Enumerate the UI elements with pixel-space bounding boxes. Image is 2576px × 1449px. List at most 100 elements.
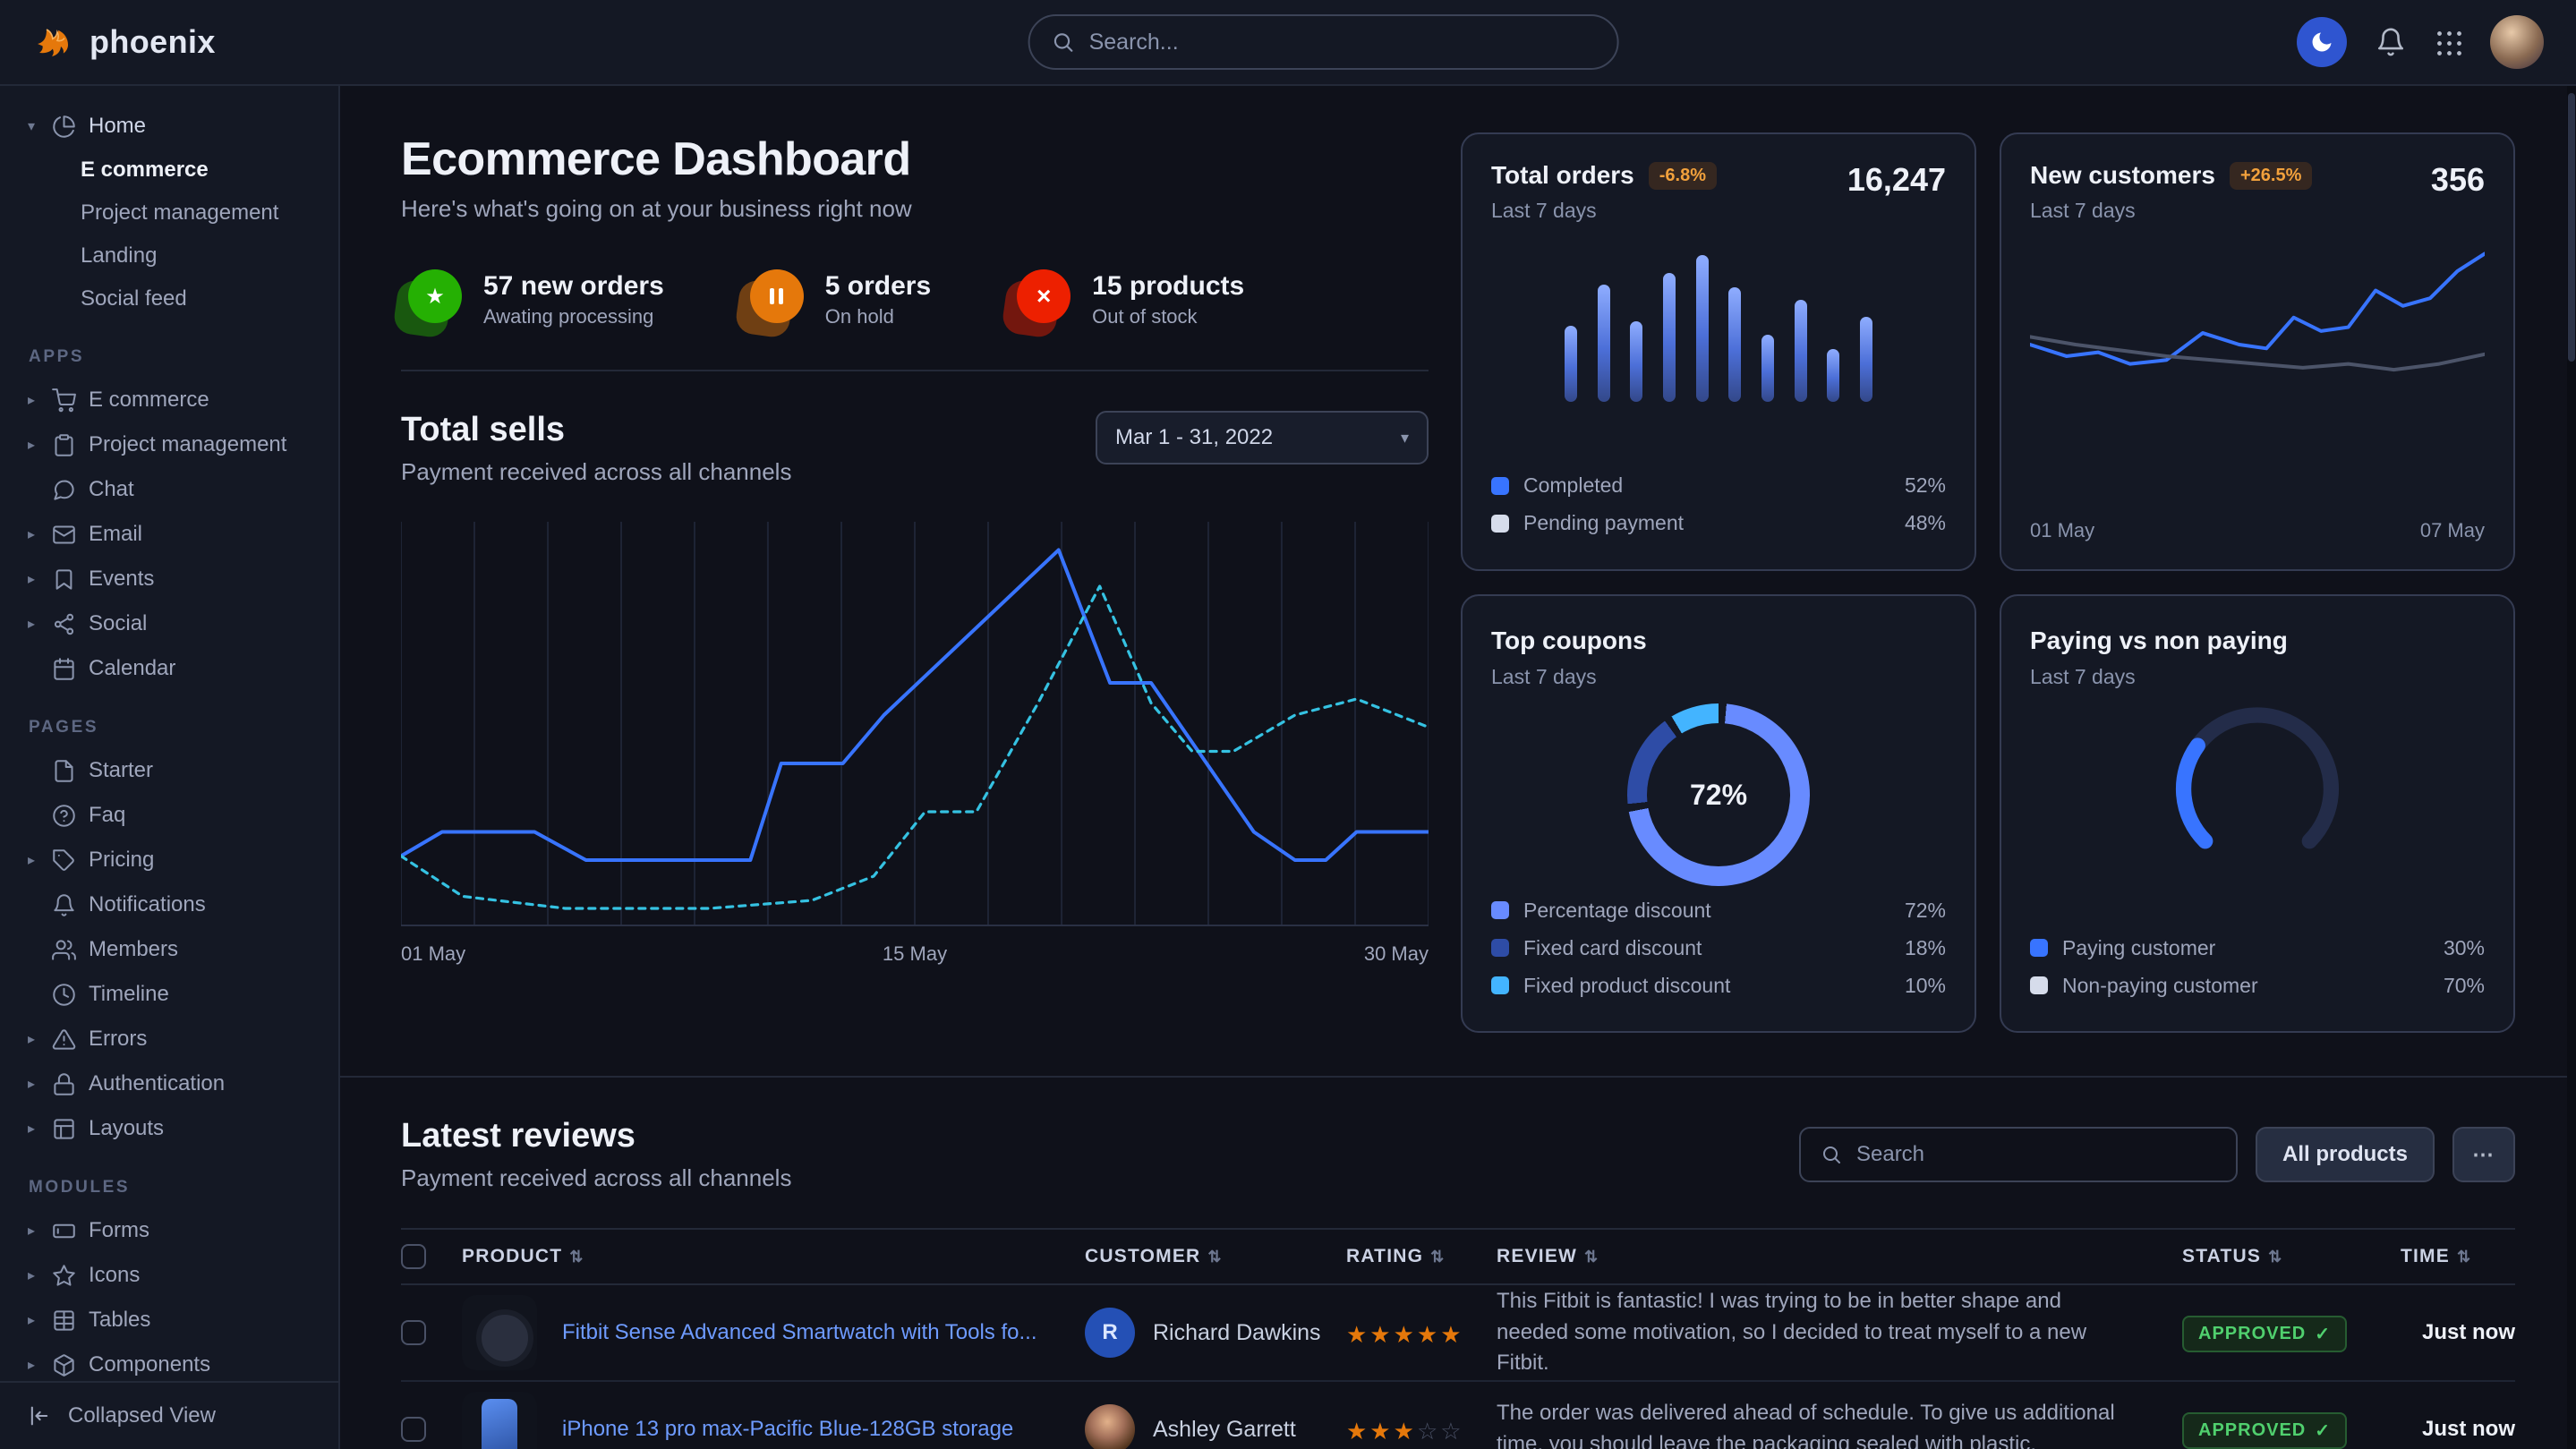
caret-right-icon: ▸ xyxy=(23,525,39,543)
sidebar-item-project-management[interactable]: ▸ Project management xyxy=(0,422,338,467)
navbar-actions xyxy=(2297,15,2544,69)
x-tick-label: 30 May xyxy=(1364,942,1429,966)
column-header-review[interactable]: REVIEW⇅ xyxy=(1497,1246,2182,1267)
legend-label: Non-paying customer xyxy=(2062,974,2258,998)
legend-swatch xyxy=(2030,976,2048,994)
top-coupons-period: Last 7 days xyxy=(1491,665,1647,689)
star-badge-icon: ★ xyxy=(401,269,462,330)
bar xyxy=(1630,321,1642,402)
all-products-button[interactable]: All products xyxy=(2256,1127,2435,1182)
caret-right-icon: ▸ xyxy=(23,436,39,454)
reviews-subtitle: Payment received across all channels xyxy=(401,1164,791,1192)
navbar-search-input[interactable] xyxy=(1089,30,1596,55)
box-icon xyxy=(52,1353,76,1377)
sidebar-item-faq[interactable]: Faq xyxy=(0,793,338,838)
product-link[interactable]: iPhone 13 pro max-Pacific Blue-128GB sto… xyxy=(562,1417,1013,1442)
column-header-product[interactable]: PRODUCT⇅ xyxy=(462,1246,1085,1267)
sidebar-item-timeline[interactable]: Timeline xyxy=(0,972,338,1017)
legend-label: Completed xyxy=(1523,473,1623,498)
review-text: This Fitbit is fantastic! I was trying t… xyxy=(1497,1286,2182,1379)
legend-label: Paying customer xyxy=(2062,936,2215,960)
sort-icon: ⇅ xyxy=(569,1248,584,1266)
sidebar-item-members[interactable]: Members xyxy=(0,927,338,972)
reviews-search[interactable] xyxy=(1799,1127,2238,1182)
bar xyxy=(1827,349,1839,402)
sidebar-item-starter[interactable]: Starter xyxy=(0,748,338,793)
calendar-icon xyxy=(52,657,76,681)
column-header-customer[interactable]: CUSTOMER⇅ xyxy=(1085,1246,1346,1267)
legend-swatch xyxy=(2030,939,2048,957)
sidebar-item-home[interactable]: ▾ Home xyxy=(0,104,338,149)
sidebar-item-authentication[interactable]: ▸ Authentication xyxy=(0,1061,338,1106)
caret-right-icon: ▸ xyxy=(23,570,39,588)
navbar-search[interactable] xyxy=(1028,14,1619,70)
new-customers-badge: +26.5% xyxy=(2230,162,2312,190)
caret-right-icon: ▸ xyxy=(23,1075,39,1093)
row-checkbox[interactable] xyxy=(401,1320,426,1345)
legend-swatch xyxy=(1491,976,1509,994)
kpi-cards: Total orders -6.8% Last 7 days 16,247 Co… xyxy=(1461,132,2515,1033)
sidebar-item-email[interactable]: ▸ Email xyxy=(0,512,338,557)
legend-swatch xyxy=(1491,901,1509,919)
brand[interactable]: phoenix xyxy=(32,21,216,64)
sidebar-item-layouts[interactable]: ▸ Layouts xyxy=(0,1106,338,1151)
sidebar-item-forms[interactable]: ▸ Forms xyxy=(0,1208,338,1253)
notifications-bell-icon[interactable] xyxy=(2376,27,2406,57)
date-range-select[interactable]: Mar 1 - 31, 2022 ▾ xyxy=(1096,411,1429,465)
more-options-button[interactable]: ⋯ xyxy=(2452,1127,2515,1182)
stat-caption: On hold xyxy=(825,305,931,328)
product-link[interactable]: Fitbit Sense Advanced Smartwatch with To… xyxy=(562,1320,1036,1345)
total-sells-chart xyxy=(401,522,1429,926)
sidebar-item-pricing[interactable]: ▸ Pricing xyxy=(0,838,338,882)
x-tick-label: 07 May xyxy=(2420,519,2485,542)
sidebar-item-e-commerce[interactable]: ▸ E commerce xyxy=(0,378,338,422)
sidebar-item-social[interactable]: ▸ Social xyxy=(0,601,338,646)
reviews-search-input[interactable] xyxy=(1856,1142,2216,1167)
column-header-time[interactable]: TIME⇅ xyxy=(2401,1246,2515,1267)
apps-grid-icon[interactable] xyxy=(2435,29,2461,55)
row-checkbox[interactable] xyxy=(401,1417,426,1442)
column-header-rating[interactable]: RATING⇅ xyxy=(1346,1246,1497,1267)
total-orders-value: 16,247 xyxy=(1847,161,1946,199)
page-subtitle: Here's what's going on at your business … xyxy=(401,195,1429,223)
sidebar-subitem-e-commerce[interactable]: E commerce xyxy=(0,149,338,192)
stat-value: 57 new orders xyxy=(483,271,664,302)
collapse-sidebar-button[interactable]: Collapsed View xyxy=(0,1381,338,1449)
column-header-status[interactable]: STATUS⇅ xyxy=(2182,1246,2401,1267)
sidebar-item-events[interactable]: ▸ Events xyxy=(0,557,338,601)
caret-right-icon: ▸ xyxy=(23,1311,39,1329)
sidebar-subitem-social-feed[interactable]: Social feed xyxy=(0,277,338,320)
sort-icon: ⇅ xyxy=(1207,1248,1222,1266)
legend-item-completed: Completed 52% xyxy=(1491,467,1946,505)
paying-period: Last 7 days xyxy=(2030,665,2288,689)
select-all-checkbox[interactable] xyxy=(401,1244,426,1269)
theme-toggle-button[interactable] xyxy=(2297,17,2347,67)
user-avatar[interactable] xyxy=(2490,15,2544,69)
top-coupons-title: Top coupons xyxy=(1491,626,1647,654)
brand-name: phoenix xyxy=(90,23,216,61)
sidebar-subitem-landing[interactable]: Landing xyxy=(0,234,338,277)
stats-row: ★ 57 new ordersAwating processing 5 orde… xyxy=(401,269,1429,330)
scrollbar-thumb[interactable] xyxy=(2568,93,2575,362)
legend-value: 18% xyxy=(1905,936,1946,960)
legend-swatch xyxy=(1491,939,1509,957)
sidebar-item-tables[interactable]: ▸ Tables xyxy=(0,1298,338,1342)
caret-right-icon: ▸ xyxy=(23,851,39,869)
sidebar-section-apps: APPS xyxy=(0,320,338,378)
caret-right-icon: ▸ xyxy=(23,1266,39,1284)
stat-out-of-stock: × 15 productsOut of stock xyxy=(1010,269,1244,330)
latest-reviews-section: Latest reviews Payment received across a… xyxy=(340,1076,2576,1449)
page-scrollbar[interactable] xyxy=(2567,86,2576,1449)
clock-icon xyxy=(52,983,76,1007)
sidebar-item-calendar[interactable]: Calendar xyxy=(0,646,338,691)
search-icon xyxy=(1052,30,1075,54)
stat-caption: Awating processing xyxy=(483,305,664,328)
status-badge: APPROVED ✓ xyxy=(2182,1412,2347,1449)
message-icon xyxy=(52,478,76,502)
sidebar-item-errors[interactable]: ▸ Errors xyxy=(0,1017,338,1061)
sidebar-item-notifications[interactable]: Notifications xyxy=(0,882,338,927)
paying-vs-nonpaying-card: Paying vs non paying Last 7 days Paying … xyxy=(2000,594,2515,1033)
sidebar-subitem-project-management[interactable]: Project management xyxy=(0,192,338,234)
sidebar-item-icons[interactable]: ▸ Icons xyxy=(0,1253,338,1298)
sidebar-item-chat[interactable]: Chat xyxy=(0,467,338,512)
